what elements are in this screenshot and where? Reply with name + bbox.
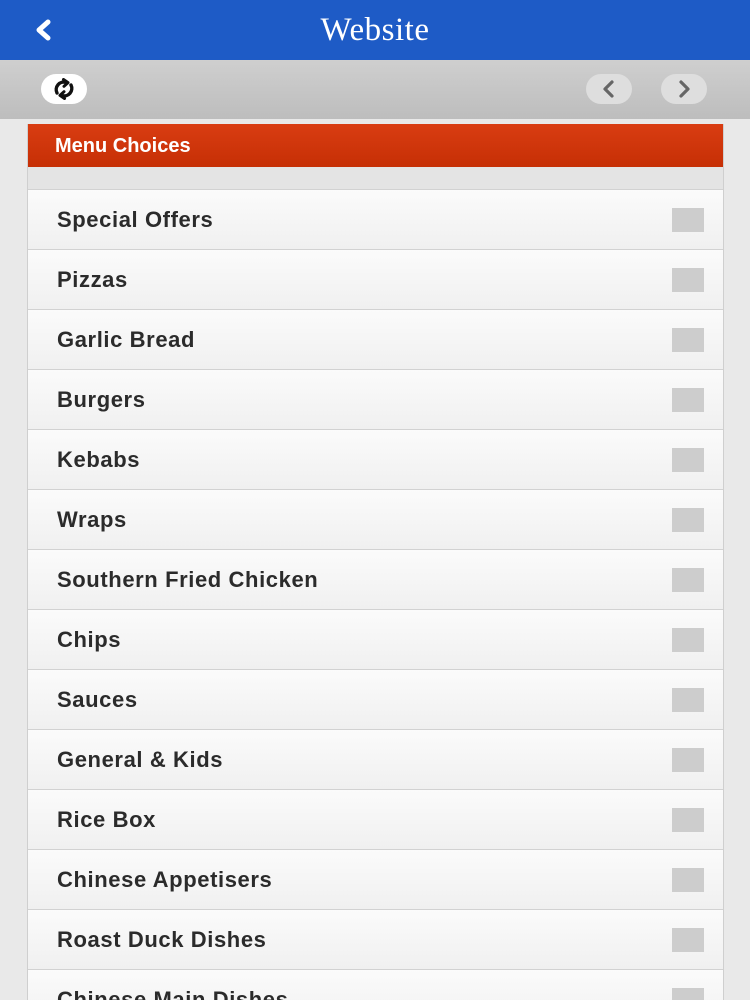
menu-choices-header: Menu Choices [28,124,723,167]
menu-item-thumbnail [672,868,704,892]
menu-item-label: Southern Fried Chicken [57,567,319,592]
menu-item[interactable]: Sauces [28,670,723,730]
chevron-right-icon [679,80,690,98]
page-title: Website [320,12,430,48]
menu-item-label: Chips [57,627,122,652]
menu-item-label: Sauces [57,687,138,712]
menu-list: Special Offers Pizzas Garlic Bread Burgers K… [28,189,723,1000]
menu-item-label: Wraps [57,507,127,532]
menu-item[interactable]: Chips [28,610,723,670]
menu-item[interactable]: General & Kids [28,730,723,790]
menu-item-thumbnail [672,628,704,652]
menu-item-label: Garlic Bread [57,327,196,352]
menu-item-label: Roast Duck Dishes [57,927,267,952]
refresh-icon [54,78,74,100]
menu-item[interactable]: Burgers [28,370,723,430]
menu-item-thumbnail [672,928,704,952]
menu-item[interactable]: Chinese Appetisers [28,850,723,910]
chevron-left-icon [603,80,614,98]
menu-item-label: Pizzas [57,267,128,292]
menu-item-label: General & Kids [57,747,224,772]
menu-item-thumbnail [672,988,704,1000]
menu-item[interactable]: Special Offers [28,190,723,250]
menu-item-thumbnail [672,688,704,712]
menu-item-label: Kebabs [57,447,141,472]
menu-item-label: Special Offers [57,207,214,232]
menu-item[interactable]: Kebabs [28,430,723,490]
menu-item-label: Chinese Appetisers [57,867,273,892]
menu-item-label: Burgers [57,387,146,412]
menu-item-label: Rice Box [57,807,156,832]
menu-item[interactable]: Pizzas [28,250,723,310]
menu-item[interactable]: Roast Duck Dishes [28,910,723,970]
refresh-button[interactable] [41,74,87,104]
menu-panel: Menu Choices Special Offers Pizzas Garlic … [27,124,724,1000]
menu-item[interactable]: Southern Fried Chicken [28,550,723,610]
menu-item-thumbnail [672,268,704,292]
browser-toolbar [0,60,750,119]
menu-item[interactable]: Rice Box [28,790,723,850]
menu-item-thumbnail [672,808,704,832]
menu-item-thumbnail [672,328,704,352]
menu-item-thumbnail [672,448,704,472]
menu-item-thumbnail [672,508,704,532]
menu-item-label: Chinese Main Dishes [57,987,289,1000]
menu-item-thumbnail [672,748,704,772]
menu-item[interactable]: Garlic Bread [28,310,723,370]
browser-back-button[interactable] [586,74,632,104]
menu-item-thumbnail [672,568,704,592]
menu-item[interactable]: Chinese Main Dishes [28,970,723,1000]
browser-forward-button[interactable] [661,74,707,104]
menu-item[interactable]: Wraps [28,490,723,550]
title-bar: Website [0,0,750,60]
menu-item-thumbnail [672,208,704,232]
menu-item-thumbnail [672,388,704,412]
